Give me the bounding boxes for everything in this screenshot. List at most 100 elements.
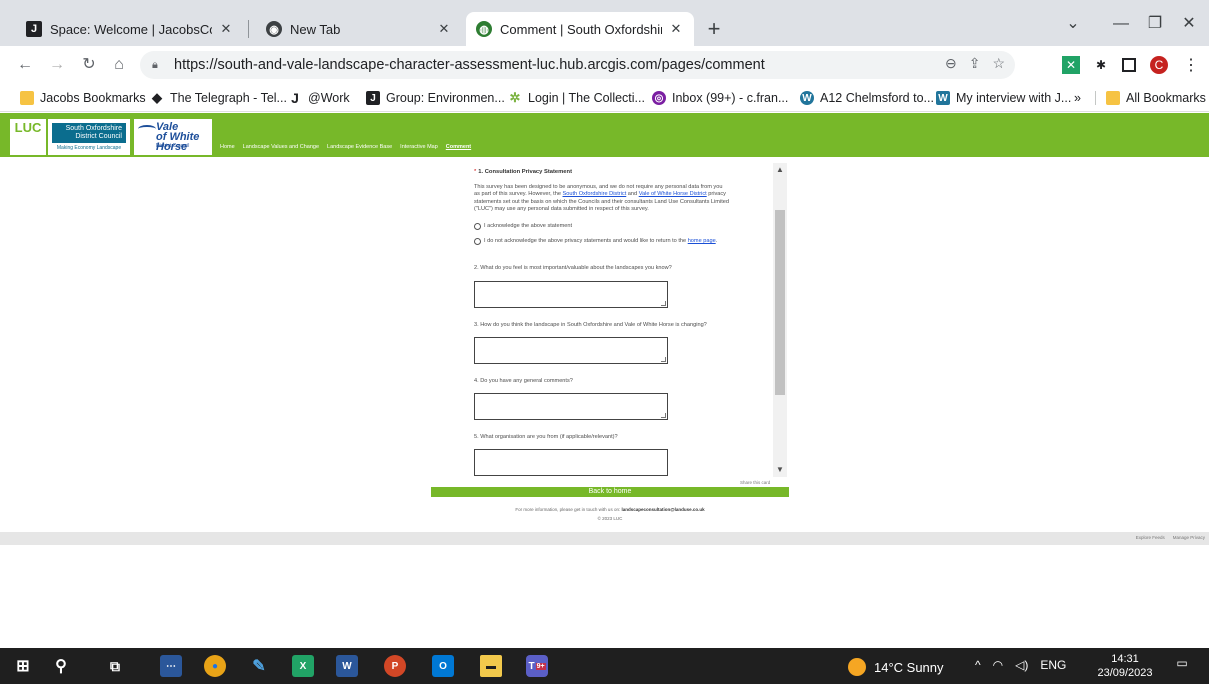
resize-handle[interactable]	[661, 300, 666, 306]
question-2-textarea[interactable]	[474, 280, 668, 308]
share-icon[interactable]: ⇪	[969, 55, 981, 72]
screen: J Space: Welcome | JacobsConnect ✕ ◉ New…	[0, 0, 1209, 684]
question-3-textarea[interactable]	[474, 336, 668, 364]
question-1-label: * 1. Consultation Privacy Statement	[474, 169, 764, 176]
bookmark-login[interactable]: ✲ Login | The Collecti...	[508, 89, 645, 107]
option-acknowledge[interactable]: I acknowledge the above statement	[474, 223, 764, 231]
bookmark-telegraph[interactable]: ◆ The Telegraph - Tel...	[150, 89, 287, 107]
nav-comment[interactable]: Comment	[446, 144, 471, 150]
bookmark-work[interactable]: J @Work	[288, 89, 350, 107]
home-page-link[interactable]: home page	[688, 238, 716, 244]
vwh-line3: District Council	[156, 143, 190, 149]
explore-feeds-link[interactable]: Explore Feeds	[1136, 535, 1165, 540]
tab-new-tab[interactable]: ◉ New Tab ✕	[256, 12, 462, 46]
volume-icon[interactable]: ◁)	[1015, 658, 1028, 672]
file-explorer-icon[interactable]: ▬	[480, 655, 502, 677]
word-icon[interactable]: W	[336, 655, 358, 677]
tab-comment[interactable]: ◍ Comment | South Oxfordshire an ✕	[466, 12, 694, 46]
resize-handle[interactable]	[661, 413, 666, 419]
tab-search-icon[interactable]: ⌄	[1058, 10, 1088, 38]
south-oxfordshire-logo[interactable]: South Oxfordshire District Council Makin…	[48, 119, 130, 155]
scroll-down-arrow-icon[interactable]: ▼	[773, 463, 787, 477]
south-oxfordshire-link[interactable]: South Oxfordshire District	[563, 191, 627, 197]
vale-white-horse-link[interactable]: Vale of White Horse District	[639, 191, 707, 197]
pen-icon[interactable]: ✎	[248, 655, 270, 677]
new-tab-button[interactable]: +	[700, 16, 728, 44]
restore-button[interactable]: ❐	[1140, 10, 1170, 38]
close-window-button[interactable]: ✕	[1174, 10, 1204, 38]
all-bookmarks-button[interactable]: All Bookmarks	[1106, 89, 1206, 107]
menu-icon[interactable]: ⋮	[1182, 56, 1200, 74]
option-do-not-acknowledge[interactable]: I do not acknowledge the above privacy s…	[474, 238, 764, 246]
powerpoint-icon[interactable]: P	[384, 655, 406, 677]
folder-icon	[1106, 91, 1120, 105]
excel-extension-icon[interactable]: ✕	[1062, 56, 1080, 74]
search-icon[interactable]: ⚲	[50, 655, 72, 677]
bookmark-jacobs[interactable]: Jacobs Bookmarks	[20, 89, 146, 107]
scroll-thumb[interactable]	[775, 210, 785, 395]
zoom-icon[interactable]: ⊖	[945, 55, 957, 72]
reload-button[interactable]: ↻	[76, 52, 102, 78]
question-4: 4. Do you have any general comments?	[474, 378, 764, 421]
close-icon[interactable]: ✕	[436, 21, 452, 37]
close-icon[interactable]: ✕	[668, 21, 684, 37]
bookmark-interview[interactable]: W My interview with J...	[936, 89, 1071, 107]
share-card-link[interactable]: Share this card	[740, 480, 770, 485]
minimize-button[interactable]: —	[1106, 10, 1136, 38]
jacobs-icon: J	[26, 21, 42, 37]
bookmark-a12[interactable]: W A12 Chelmsford to...	[800, 89, 934, 107]
home-button[interactable]: ⌂	[106, 52, 132, 78]
browser-toolbar: ← → ↻ ⌂ 🔒︎ https://south-and-vale-landsc…	[0, 46, 1209, 84]
so-logo-tag: Making Economy Landscape	[56, 145, 122, 151]
bookmarks-overflow-button[interactable]: »	[1074, 89, 1081, 107]
luc-logo[interactable]: LUC	[10, 119, 46, 155]
hub-footer-bar: Explore Feeds Manage Privacy	[0, 532, 1209, 545]
outlook-icon[interactable]: O	[432, 655, 454, 677]
contact-email-link[interactable]: landscapeconsultation@landuse.co.uk	[621, 507, 704, 512]
language-indicator[interactable]: ENG	[1040, 658, 1066, 672]
close-icon[interactable]: ✕	[218, 21, 234, 37]
question-4-textarea[interactable]	[474, 393, 668, 421]
option-decline-text: I do not acknowledge the above privacy s…	[484, 238, 688, 245]
question-5-textarea[interactable]	[474, 449, 668, 477]
windows-start-icon[interactable]: ⊞	[12, 655, 34, 677]
nav-evidence-base[interactable]: Landscape Evidence Base	[327, 144, 392, 150]
back-button[interactable]: ←	[12, 52, 38, 78]
radio-acknowledge[interactable]	[474, 223, 481, 231]
scroll-up-arrow-icon[interactable]: ▲	[773, 163, 787, 177]
bookmark-group[interactable]: J Group: Environmen...	[366, 89, 505, 107]
resize-handle[interactable]	[661, 356, 666, 362]
bookmark-label: Login | The Collecti...	[528, 91, 645, 105]
wifi-icon[interactable]: ◠	[993, 658, 1003, 672]
bookmark-label: My interview with J...	[956, 91, 1072, 105]
inbox-icon: ◎	[652, 91, 666, 105]
task-view-icon[interactable]: ⧉	[104, 655, 126, 677]
nav-home[interactable]: Home	[220, 144, 235, 150]
back-to-home-button[interactable]: Back to home	[431, 487, 789, 497]
bookmark-inbox[interactable]: ◎ Inbox (99+) - c.fran...	[652, 89, 788, 107]
extensions-icon[interactable]: ✱	[1092, 56, 1110, 74]
survey-scrollbar[interactable]: ▲ ▼	[773, 163, 787, 477]
side-panel-icon[interactable]	[1122, 58, 1136, 72]
yammer-icon[interactable]: ⋯	[160, 655, 182, 677]
tab-jacobsconnect[interactable]: J Space: Welcome | JacobsConnect ✕	[16, 12, 244, 46]
bookmark-star-icon[interactable]: ☆	[992, 55, 1005, 72]
radio-do-not-acknowledge[interactable]	[474, 238, 481, 246]
excel-icon[interactable]: X	[292, 655, 314, 677]
chrome-icon[interactable]: ●	[204, 655, 226, 677]
teams-icon[interactable]: T 9+	[526, 655, 548, 677]
weather-widget[interactable]: 14°C Sunny	[848, 658, 944, 676]
clock[interactable]: 14:31 23/09/2023	[1090, 652, 1160, 680]
manage-privacy-link[interactable]: Manage Privacy	[1173, 535, 1205, 540]
address-bar[interactable]: 🔒︎ https://south-and-vale-landscape-char…	[140, 51, 1015, 79]
question-5-label: 5. What organisation are you from (if ap…	[474, 434, 618, 441]
forward-button[interactable]: →	[44, 52, 70, 78]
nav-landscape-values[interactable]: Landscape Values and Change	[243, 144, 319, 150]
windows-taskbar: ⊞ ⚲ ⧉ ⋯ ● ✎ X W P O ▬ T 9+ 14°C Sunny ^ ◠…	[0, 648, 1209, 684]
vale-white-horse-logo[interactable]: Vale of White Horse District Council	[134, 119, 212, 155]
nav-interactive-map[interactable]: Interactive Map	[400, 144, 438, 150]
chevron-up-icon[interactable]: ^	[975, 658, 981, 672]
notification-icon[interactable]: ▭	[1172, 656, 1192, 676]
profile-avatar[interactable]: C	[1150, 56, 1168, 74]
clock-date: 23/09/2023	[1097, 667, 1153, 679]
